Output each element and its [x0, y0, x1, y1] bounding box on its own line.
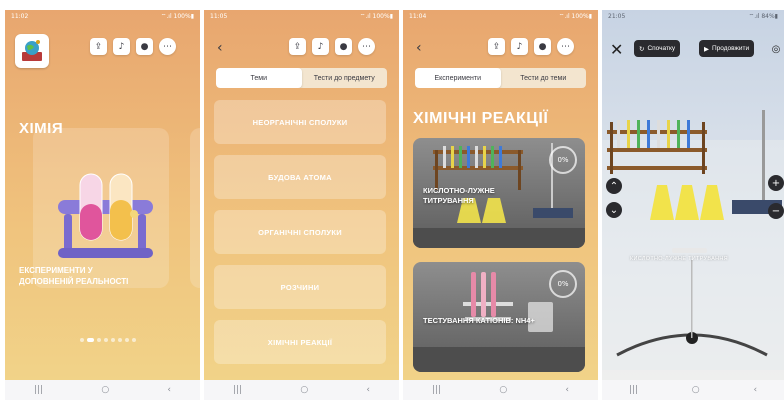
status-time: 11:05 [210, 12, 228, 20]
share-icon[interactable]: ⇪ [90, 38, 107, 55]
app-logo[interactable] [15, 34, 49, 68]
more-icon[interactable]: ⋯ [557, 38, 574, 55]
continue-label: Продовжити [712, 45, 750, 52]
tab-subject-tests[interactable]: Тести до предмету [302, 68, 388, 88]
chevron-down-icon[interactable]: ⌄ [606, 202, 622, 218]
status-bar: 11:04 ⌔.ıl 100%▮ [403, 10, 598, 22]
back-button[interactable]: ‹ [167, 385, 171, 395]
share-icon[interactable]: ⇪ [488, 38, 505, 55]
ar-lab-scene [602, 110, 784, 370]
page-title: ХІМІЧНІ РЕАКЦІЇ [413, 110, 549, 127]
tab-topics[interactable]: Теми [216, 68, 302, 88]
page-title: ХІМІЯ [19, 120, 64, 137]
toolbar: ⇪ ♪ ● ⋯ [488, 38, 574, 55]
tab-experiments[interactable]: Експерименти [415, 68, 501, 88]
toolbar: ⇪ ♪ ● ⋯ [90, 38, 176, 55]
home-button[interactable]: ○ [300, 385, 308, 395]
back-arrow-icon[interactable]: ‹ [416, 40, 422, 56]
recent-apps-button[interactable]: ||| [432, 385, 441, 395]
experiment-card[interactable]: 0% ТЕСТУВАННЯ КАТІОНІВ: NH4+ [413, 262, 585, 372]
carousel-dot [125, 338, 129, 342]
user-icon[interactable]: ● [335, 38, 352, 55]
topic-item[interactable]: РОЗЧИНИ [214, 265, 386, 309]
carousel-card-next[interactable] [190, 128, 200, 288]
carousel-dot [104, 338, 108, 342]
carousel-dot-active [87, 338, 94, 342]
progress-ring: 0% [549, 270, 577, 298]
restart-button[interactable]: ↻ Спочатку [634, 40, 681, 57]
topic-item[interactable]: НЕОРГАНІЧНІ СПОЛУКИ [214, 100, 386, 144]
camera-icon[interactable]: ◎ [768, 41, 784, 57]
back-button[interactable]: ‹ [753, 385, 757, 395]
carousel-dot [111, 338, 115, 342]
card-caption: ЕКСПЕРИМЕНТИ У ДОПОВНЕНІЙ РЕАЛЬНОСТІ [19, 266, 129, 286]
carousel-dot [118, 338, 122, 342]
bell-icon[interactable]: ♪ [113, 38, 130, 55]
zoom-out-icon[interactable]: − [768, 203, 784, 219]
recent-apps-button[interactable]: ||| [629, 385, 638, 395]
continue-button[interactable]: ▶ Продовжити [699, 40, 755, 57]
close-icon[interactable]: ✕ [610, 40, 623, 59]
status-time: 21:05 [608, 12, 626, 20]
phone-screen-experiments: 11:04 ⌔.ıl 100%▮ ‹ ⇪ ♪ ● ⋯ Експерименти … [403, 10, 598, 400]
play-icon: ▶ [704, 45, 709, 53]
progress-ring: 0% [549, 146, 577, 174]
carousel-dot [80, 338, 84, 342]
status-indicators: ⌔.ıl 100%▮ [558, 13, 592, 20]
experiment-title: ТЕСТУВАННЯ КАТІОНІВ: NH4+ [423, 316, 535, 325]
more-icon[interactable]: ⋯ [358, 38, 375, 55]
system-nav-bar: ||| ○ ‹ [204, 380, 399, 400]
status-bar: 11:05 ⌔.ıl 100%▮ [204, 10, 399, 22]
carousel-dot [132, 338, 136, 342]
status-bar: 11:02 ⌔.ıl 100%▮ [5, 10, 200, 22]
zoom-in-icon[interactable]: + [768, 175, 784, 191]
topic-item[interactable]: ХІМІЧНІ РЕАКЦІЇ [214, 320, 386, 364]
back-button[interactable]: ‹ [366, 385, 370, 395]
status-indicators: ⌔.ıl 100%▮ [160, 13, 194, 20]
globe-icon [22, 40, 42, 61]
user-icon[interactable]: ● [136, 38, 153, 55]
experiment-card[interactable]: 0% КИСЛОТНО-ЛУЖНЕ ТИТРУВАННЯ [413, 138, 585, 248]
tab-switcher: Експерименти Тести до теми [415, 68, 586, 88]
topic-item[interactable]: ОРГАНІЧНІ СПОЛУКИ [214, 210, 386, 254]
bell-icon[interactable]: ♪ [312, 38, 329, 55]
recent-apps-button[interactable]: ||| [34, 385, 43, 395]
more-icon[interactable]: ⋯ [159, 38, 176, 55]
back-arrow-icon[interactable]: ‹ [217, 40, 223, 56]
phone-screen-ar-scene: 21:05 ⌔.ıl 84%▮ ✕ ↻ Спочатку ▶ Продовжит… [602, 10, 784, 400]
recent-apps-button[interactable]: ||| [233, 385, 242, 395]
back-button[interactable]: ‹ [565, 385, 569, 395]
status-time: 11:02 [11, 12, 29, 20]
phone-screen-topics: 11:05 ⌔.ıl 100%▮ ‹ ⇪ ♪ ● ⋯ Теми Тести до… [204, 10, 399, 400]
restart-label: Спочатку [647, 45, 676, 52]
scene-caption: КИСЛОТНО-ЛУЖНЕ ТИТРУВАННЯ [630, 256, 728, 262]
topic-item[interactable]: БУДОВА АТОМА [214, 155, 386, 199]
chevron-up-icon[interactable]: ⌃ [606, 178, 622, 194]
carousel-indicator [80, 338, 136, 342]
tab-switcher: Теми Тести до предмету [216, 68, 387, 88]
system-nav-bar: ||| ○ ‹ [5, 380, 200, 400]
user-icon[interactable]: ● [534, 38, 551, 55]
system-nav-bar: ||| ○ ‹ [602, 380, 784, 400]
phone-screen-home: 11:02 ⌔.ıl 100%▮ ⇪ ♪ ● ⋯ ХІМІЯ ЕКСПЕРИМЕ… [5, 10, 200, 400]
experiment-title: КИСЛОТНО-ЛУЖНЕ ТИТРУВАННЯ [423, 186, 495, 205]
test-tubes-illustration [58, 173, 153, 258]
restart-icon: ↻ [639, 45, 645, 53]
carousel-dot [97, 338, 101, 342]
home-button[interactable]: ○ [692, 385, 700, 395]
system-nav-bar: ||| ○ ‹ [403, 380, 598, 400]
home-button[interactable]: ○ [499, 385, 507, 395]
tab-topic-tests[interactable]: Тести до теми [501, 68, 587, 88]
status-indicators: ⌔.ıl 100%▮ [359, 13, 393, 20]
status-bar: 21:05 ⌔.ıl 84%▮ [602, 10, 784, 22]
toolbar: ⇪ ♪ ● ⋯ [289, 38, 375, 55]
bell-icon[interactable]: ♪ [511, 38, 528, 55]
status-time: 11:04 [409, 12, 427, 20]
status-indicators: ⌔.ıl 84%▮ [748, 13, 778, 20]
home-button[interactable]: ○ [101, 385, 109, 395]
share-icon[interactable]: ⇪ [289, 38, 306, 55]
